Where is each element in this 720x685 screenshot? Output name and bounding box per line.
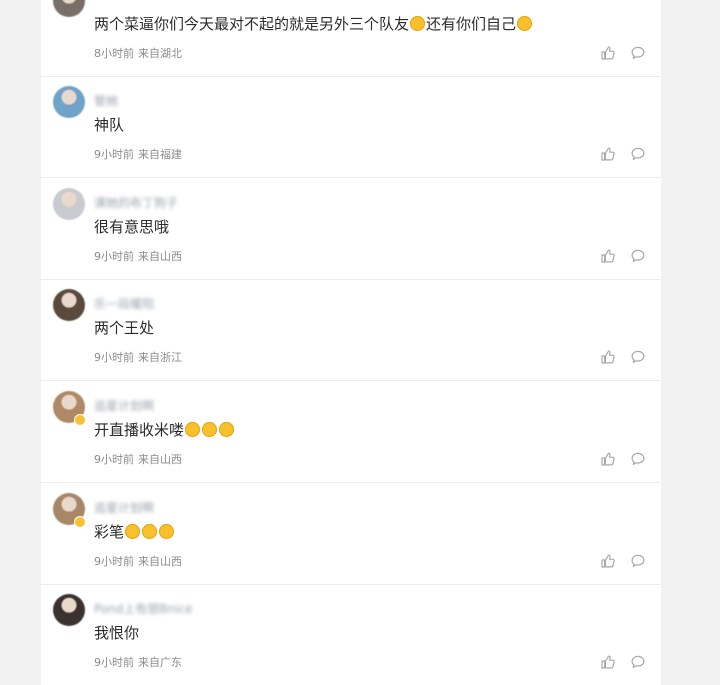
comment-bubble-icon — [631, 350, 645, 363]
avatar[interactable] — [53, 594, 85, 626]
like-button[interactable] — [600, 451, 616, 467]
comment-text-part: 彩笔 — [94, 523, 125, 541]
comment-meta: 9小时前 来自山西 — [94, 452, 182, 468]
like-button[interactable] — [600, 146, 616, 162]
verified-badge-icon — [74, 516, 86, 528]
like-button[interactable] — [600, 553, 616, 569]
emoji-icon — [219, 422, 235, 437]
comment-text-part: 还有你们自己 — [426, 15, 517, 33]
comment-bubble-icon — [631, 46, 645, 59]
thumbs-up-icon — [601, 452, 615, 466]
username[interactable]: 追星计划啊 — [94, 500, 154, 516]
avatar[interactable] — [53, 188, 85, 220]
like-button[interactable] — [600, 45, 616, 61]
reply-button[interactable] — [630, 45, 646, 61]
comment-text-part: 两个菜逼你们今天最对不起的就是另外三个队友 — [94, 15, 410, 33]
comment-location: 来自山西 — [138, 250, 182, 263]
comment-item: 课她的布丁狗子 很有意思哦 9小时前 来自山西 — [41, 178, 661, 280]
comment-text: 彩笔 — [94, 520, 175, 544]
comment-feed: 两个菜逼你们今天最对不起的就是另外三个队友 还有你们自己 8小时前 来自湖北 管她 神队 9… — [41, 0, 661, 685]
comment-text: 神队 — [94, 113, 124, 137]
comment-text-part: 很有意思哦 — [94, 218, 170, 236]
avatar[interactable] — [53, 0, 85, 17]
emoji-icon — [185, 422, 201, 437]
comment-text-part: 神队 — [94, 116, 125, 134]
comment-text: 开直播收米喽 — [94, 418, 235, 442]
reply-button[interactable] — [630, 248, 646, 264]
comment-meta: 9小时前 来自山西 — [94, 554, 182, 570]
comment-meta: 9小时前 来自广东 — [94, 655, 182, 671]
emoji-icon — [202, 422, 218, 437]
reply-button[interactable] — [630, 451, 646, 467]
comment-text: 很有意思哦 — [94, 215, 169, 239]
comment-item: 追星计划啊开直播收米喽 9小时前 来自山西 — [41, 381, 661, 483]
reply-button[interactable] — [630, 349, 646, 365]
comment-item: Pond上有朋Bnice 我恨你 9小时前 来自广东 — [41, 584, 661, 685]
comment-time: 9小时前 — [94, 656, 134, 669]
thumbs-up-icon — [601, 249, 615, 263]
like-button[interactable] — [600, 654, 616, 670]
username[interactable]: 课她的布丁狗子 — [94, 195, 178, 211]
username[interactable]: 管她 — [94, 93, 118, 109]
comment-bubble-icon — [631, 147, 645, 160]
comment-location: 来自广东 — [138, 656, 182, 669]
emoji-icon — [517, 16, 533, 31]
comment-meta: 9小时前 来自浙江 — [94, 350, 182, 366]
username[interactable]: 乐一段暖阳 — [94, 296, 154, 312]
username[interactable]: Pond上有朋Bnice — [94, 601, 193, 617]
emoji-icon — [410, 16, 426, 31]
comment-meta: 9小时前 来自福建 — [94, 147, 182, 163]
comment-bubble-icon — [631, 554, 645, 567]
reply-button[interactable] — [630, 654, 646, 670]
comment-bubble-icon — [631, 249, 645, 262]
comment-time: 9小时前 — [94, 555, 134, 568]
comment-location: 来自山西 — [138, 555, 182, 568]
comment-text: 两个王处 — [94, 316, 154, 340]
comment-meta: 8小时前 来自湖北 — [94, 46, 182, 62]
comment-location: 来自湖北 — [138, 47, 182, 60]
comment-meta: 9小时前 来自山西 — [94, 249, 182, 265]
comment-time: 9小时前 — [94, 148, 134, 161]
comment-text: 两个菜逼你们今天最对不起的就是另外三个队友 还有你们自己 — [94, 12, 533, 36]
comment-item: 两个菜逼你们今天最对不起的就是另外三个队友 还有你们自己 8小时前 来自湖北 — [41, 0, 661, 77]
reply-button[interactable] — [630, 146, 646, 162]
comment-time: 9小时前 — [94, 453, 134, 466]
verified-badge-icon — [74, 414, 86, 426]
avatar[interactable] — [53, 86, 85, 118]
comment-bubble-icon — [631, 452, 645, 465]
comment-bubble-icon — [631, 655, 645, 668]
thumbs-up-icon — [601, 655, 615, 669]
comment-text: 我恨你 — [94, 621, 139, 645]
comment-location: 来自浙江 — [138, 351, 182, 364]
comment-text-part: 开直播收米喽 — [94, 421, 185, 439]
thumbs-up-icon — [601, 46, 615, 60]
comment-time: 9小时前 — [94, 351, 134, 364]
emoji-icon — [142, 524, 158, 539]
like-button[interactable] — [600, 349, 616, 365]
emoji-icon — [125, 524, 141, 539]
comment-time: 9小时前 — [94, 250, 134, 263]
comment-time: 8小时前 — [94, 47, 134, 60]
comment-item: 乐一段暖阳两个王处 9小时前 来自浙江 — [41, 279, 661, 381]
thumbs-up-icon — [601, 147, 615, 161]
comment-text-part: 我恨你 — [94, 624, 140, 642]
thumbs-up-icon — [601, 554, 615, 568]
avatar[interactable] — [53, 289, 85, 321]
like-button[interactable] — [600, 248, 616, 264]
comment-item: 管她神队 9小时前 来自福建 — [41, 76, 661, 178]
comment-item: 追星计划啊彩笔 9小时前 来自山西 — [41, 483, 661, 585]
comment-location: 来自福建 — [138, 148, 182, 161]
thumbs-up-icon — [601, 350, 615, 364]
emoji-icon — [159, 524, 175, 539]
reply-button[interactable] — [630, 553, 646, 569]
username[interactable]: 追星计划啊 — [94, 398, 154, 414]
comment-text-part: 两个王处 — [94, 319, 155, 337]
comment-location: 来自山西 — [138, 453, 182, 466]
